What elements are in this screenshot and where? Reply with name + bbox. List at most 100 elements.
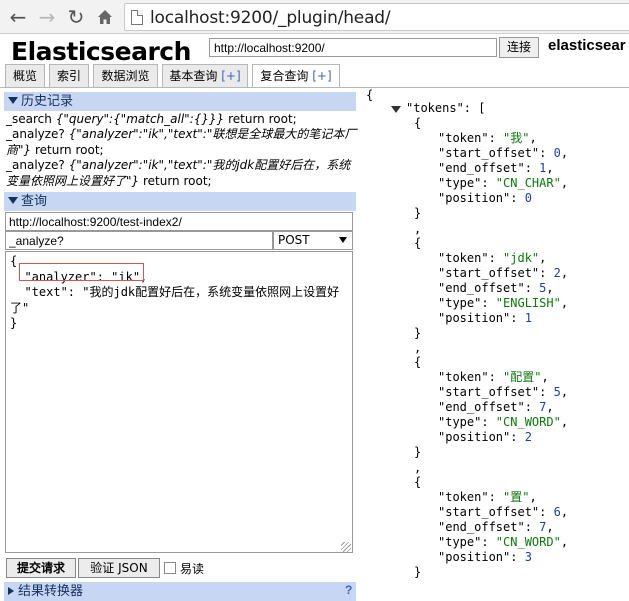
tab-label: 概览 <box>12 69 37 83</box>
json-value: "CN_CHAR" <box>495 176 561 190</box>
history-entry-query: {"query":{"match_all":{}}} <box>55 112 225 126</box>
body-line: 了" <box>10 300 30 315</box>
json-object-close: } <box>414 206 422 220</box>
history-entry[interactable]: _analyze? {"analyzer":"ik","text":"我的jdk… <box>6 158 358 189</box>
tab-label: 数据浏览 <box>101 69 150 83</box>
back-arrow-icon[interactable]: ← <box>6 5 30 29</box>
tab-basic-query[interactable]: 基本查询 [+] <box>162 64 248 87</box>
result-transformer-header[interactable]: 结果转换器 <box>4 582 356 601</box>
json-punct: , <box>539 250 547 265</box>
home-icon[interactable] <box>93 5 117 29</box>
method-select[interactable]: POST <box>273 231 353 250</box>
pretty-print-checkbox[interactable] <box>164 562 176 574</box>
history-header[interactable]: 历史记录 <box>4 92 356 111</box>
json-field-position: "position": 0 <box>438 191 532 206</box>
collapse-triangle-icon[interactable] <box>391 106 401 113</box>
json-field-token: "token": "置", <box>438 490 537 505</box>
json-key: "token": <box>438 131 504 145</box>
resize-handle[interactable] <box>341 542 351 552</box>
history-entry-endpoint: _analyze? <box>6 127 69 142</box>
json-field-end-offset: "end_offset": 7, <box>438 400 554 415</box>
json-punct: , <box>546 400 554 414</box>
json-punct: , <box>560 385 569 399</box>
address-bar[interactable]: localhost:9200/_plugin/head/ <box>124 3 629 31</box>
json-comma: , <box>414 341 422 355</box>
address-bar-url: localhost:9200/_plugin/head/ <box>150 8 391 28</box>
app-title: Elasticsearch <box>11 37 191 66</box>
pretty-print-label: 易读 <box>180 562 205 576</box>
json-value: 2 <box>553 265 561 280</box>
json-value: 3 <box>524 549 532 564</box>
json-key: "start_offset": <box>438 504 554 519</box>
json-key: "position": <box>438 549 525 564</box>
json-key: "start_offset": <box>438 385 554 399</box>
method-select-value: POST <box>278 233 310 247</box>
json-field-token: "token": "jdk", <box>438 251 546 266</box>
tab-compound-query[interactable]: 复合查询 [+] <box>252 64 340 88</box>
json-value: 6 <box>553 504 561 519</box>
json-value: 1 <box>524 310 532 325</box>
json-field-token: "token": "配置", <box>438 370 549 385</box>
json-value: 5 <box>553 385 561 399</box>
tab-indices[interactable]: 索引 <box>49 64 89 87</box>
highlight-box <box>19 263 144 281</box>
json-value: "置" <box>503 489 530 504</box>
json-key: "start_offset": <box>438 146 554 160</box>
history-entry-suffix: return root; <box>139 173 212 188</box>
json-value: 0 <box>553 146 561 160</box>
json-key: "type": <box>438 176 496 190</box>
json-field-token: "token": "我", <box>438 131 537 146</box>
json-comma: , <box>414 221 422 236</box>
forward-arrow-icon[interactable]: → <box>35 5 59 29</box>
json-key: "position": <box>438 191 525 205</box>
json-punct: , <box>529 131 537 145</box>
collapse-triangle-icon <box>8 97 18 104</box>
history-entry[interactable]: _search {"query":{"match_all":{}}} retur… <box>6 112 358 127</box>
json-key: "end_offset": <box>438 280 540 295</box>
request-body-textarea[interactable]: { "analyzer": "ik", "text": "我的jdk配置好后在，… <box>5 251 353 553</box>
json-tokens-line: "tokens": [ <box>406 101 485 116</box>
json-field-start-offset: "start_offset": 0, <box>438 146 568 161</box>
page-icon <box>131 10 143 25</box>
json-punct: : [ <box>463 101 486 115</box>
json-field-start-offset: "start_offset": 2, <box>438 266 568 281</box>
endpoint-input[interactable] <box>5 231 273 250</box>
json-punct: , <box>529 489 537 504</box>
cluster-url-input[interactable] <box>209 38 497 57</box>
tab-overview[interactable]: 概览 <box>5 64 45 87</box>
json-key: "position": <box>438 430 525 444</box>
json-object-close: } <box>414 445 422 459</box>
history-entry-endpoint: _analyze? <box>6 158 69 173</box>
json-value: "CN_WORD" <box>495 534 561 549</box>
json-punct: , <box>546 161 554 175</box>
history-entry[interactable]: _analyze? {"analyzer":"ik","text":"联想是全球… <box>6 127 358 158</box>
json-object-open: { <box>414 116 422 130</box>
request-path-input[interactable] <box>5 212 353 231</box>
json-key: "end_offset": <box>438 161 540 175</box>
body-line: "text": "我的jdk配置好后在，系统变量依照网上设置好 <box>10 285 340 300</box>
help-icon[interactable]: ? <box>345 583 352 597</box>
dropdown-arrow-icon <box>339 237 347 243</box>
json-key: "token": <box>438 250 504 265</box>
reload-icon[interactable]: ↻ <box>64 5 88 29</box>
json-value: 0 <box>524 191 532 205</box>
connect-button[interactable]: 连接 <box>499 37 539 58</box>
json-punct: , <box>560 415 569 429</box>
tab-plus: [+] <box>221 69 241 83</box>
json-open-brace: { <box>366 88 374 102</box>
json-key: "type": <box>438 415 496 429</box>
json-key: "start_offset": <box>438 265 554 280</box>
json-punct: , <box>560 504 569 519</box>
json-value: "我" <box>503 131 530 145</box>
json-punct: , <box>546 280 554 295</box>
query-header[interactable]: 查询 <box>4 192 356 211</box>
submit-request-button[interactable]: 提交请求 <box>6 558 76 578</box>
json-field-type: "type": "CN_WORD", <box>438 415 568 430</box>
tab-browser[interactable]: 数据浏览 <box>93 64 158 87</box>
json-punct: , <box>560 176 569 190</box>
json-field-start-offset: "start_offset": 6, <box>438 505 568 520</box>
json-comma: , <box>414 460 422 475</box>
json-value: "配置" <box>503 370 542 384</box>
json-field-end-offset: "end_offset": 7, <box>438 520 554 535</box>
validate-json-button[interactable]: 验证 JSON <box>78 558 160 578</box>
